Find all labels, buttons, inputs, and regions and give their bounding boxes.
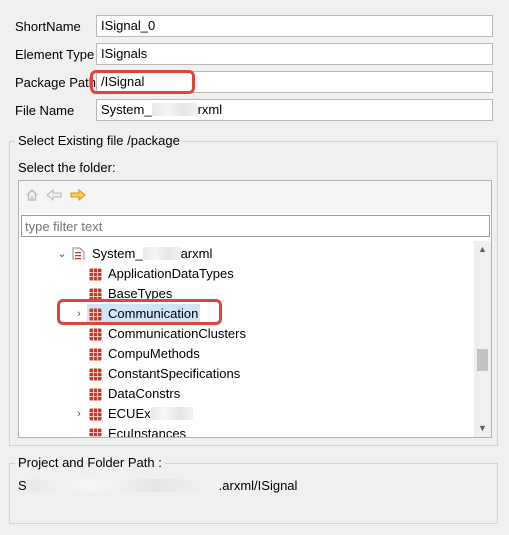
tree-root-row[interactable]: ⌄ System_ arxml — [19, 244, 474, 264]
project-path-value: S .arxml/ISignal — [18, 478, 297, 494]
home-icon[interactable] — [25, 188, 39, 202]
tree-item-label: ApplicationDataTypes — [108, 266, 234, 281]
package-icon — [89, 428, 102, 437]
file-name-field[interactable]: System_ rxml — [96, 99, 493, 121]
package-icon — [89, 328, 102, 341]
tree-item-label: ECUEx — [108, 404, 193, 424]
package-icon — [89, 388, 102, 401]
scroll-thumb[interactable] — [477, 349, 488, 371]
package-icon — [89, 408, 102, 421]
tree-root-prefix: System_ — [92, 246, 143, 261]
file-name-prefix: System_ — [101, 102, 152, 117]
chevron-right-icon[interactable]: › — [73, 304, 85, 324]
arxml-file-icon — [72, 247, 85, 260]
element-type-label: Element Type — [15, 47, 95, 62]
tree-item-ecuinstances[interactable]: EcuInstances — [19, 424, 474, 437]
back-arrow-icon[interactable] — [46, 188, 62, 202]
tree-item-communicationclusters[interactable]: CommunicationClusters — [19, 324, 474, 344]
package-icon — [89, 368, 102, 381]
tree-item-label: BaseTypes — [108, 286, 173, 301]
folder-tree-panel: ⌄ System_ arxml ApplicationDataTypes Base… — [18, 180, 492, 438]
package-path-label: Package Path — [15, 75, 96, 90]
shortname-label: ShortName — [15, 19, 81, 34]
shortname-field[interactable]: ISignal_0 — [96, 15, 493, 37]
redacted-text — [150, 407, 193, 420]
tree-item-label: EcuInstances — [108, 426, 187, 437]
select-folder-label: Select the folder: — [18, 160, 116, 175]
filter-field[interactable] — [21, 215, 490, 237]
package-icon — [89, 268, 102, 281]
redacted-text — [151, 103, 198, 116]
file-name-suffix: rxml — [197, 102, 223, 117]
tree-root-label: System_ arxml — [92, 244, 212, 264]
project-path-prefix: S — [18, 478, 27, 493]
chevron-right-icon[interactable]: › — [73, 404, 85, 424]
vertical-scrollbar[interactable]: ▲ ▼ — [474, 241, 491, 437]
tree-root-suffix: arxml — [180, 246, 213, 261]
redacted-text — [26, 479, 219, 492]
redacted-text — [142, 247, 181, 260]
package-path-field[interactable]: /ISignal — [96, 71, 493, 93]
chevron-down-icon[interactable]: ⌄ — [56, 244, 68, 264]
tree-item-label: ConstantSpecifications — [108, 366, 241, 381]
filter-input[interactable] — [22, 216, 489, 236]
element-type-field[interactable]: ISignals — [96, 43, 493, 65]
tree-item-dataconstrs[interactable]: DataConstrs — [19, 384, 474, 404]
package-icon — [89, 308, 102, 321]
package-path-value: /ISignal — [101, 74, 145, 89]
select-existing-title: Select Existing file /package — [15, 133, 183, 149]
tree-item-label-text: ECUEx — [108, 406, 151, 421]
element-type-value: ISignals — [101, 46, 148, 61]
tree-item-label: Communication — [108, 306, 199, 321]
project-path-suffix: .arxml/ISignal — [218, 478, 298, 493]
tree-item-ecuex[interactable]: › ECUEx — [19, 404, 474, 424]
package-icon — [89, 348, 102, 361]
tree-item-compumethods[interactable]: CompuMethods — [19, 344, 474, 364]
shortname-value: ISignal_0 — [101, 18, 156, 33]
tree-item-constantspecifications[interactable]: ConstantSpecifications — [19, 364, 474, 384]
scroll-down-icon[interactable]: ▼ — [474, 420, 491, 437]
tree-item-basetypes[interactable]: BaseTypes — [19, 284, 474, 304]
tree-toolbar — [19, 181, 491, 213]
tree-rows: ⌄ System_ arxml ApplicationDataTypes Base… — [19, 241, 474, 437]
tree-item-label: CompuMethods — [108, 346, 200, 361]
tree-item-communication[interactable]: › Communication — [19, 304, 474, 324]
forward-arrow-icon[interactable] — [70, 188, 86, 202]
tree-item-label: CommunicationClusters — [108, 326, 246, 341]
scroll-up-icon[interactable]: ▲ — [474, 241, 491, 258]
tree-item-label: DataConstrs — [108, 386, 181, 401]
file-name-label: File Name — [15, 103, 75, 118]
package-icon — [89, 288, 102, 301]
project-path-title: Project and Folder Path : — [15, 455, 165, 471]
tree-item-applicationdatatypes[interactable]: ApplicationDataTypes — [19, 264, 474, 284]
